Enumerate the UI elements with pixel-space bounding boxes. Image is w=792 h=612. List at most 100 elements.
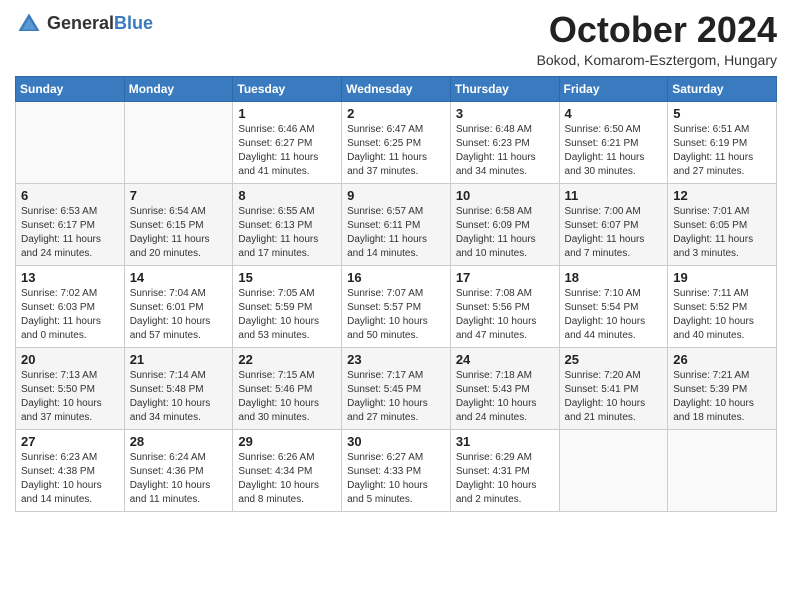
day-headers-row: SundayMondayTuesdayWednesdayThursdayFrid… [16,76,777,101]
cell-info: Sunrise: 6:54 AMSunset: 6:15 PMDaylight:… [130,205,228,261]
day-number: 19 [673,270,771,285]
calendar-cell: 30Sunrise: 6:27 AMSunset: 4:33 PMDayligh… [342,429,451,511]
cell-info: Sunrise: 7:14 AMSunset: 5:48 PMDaylight:… [130,369,228,425]
calendar-cell: 1 Sunrise: 6:46 AMSunset: 6:27 PMDaylight… [233,101,342,183]
cell-info: Sunrise: 6:57 AMSunset: 6:11 PMDaylight:… [347,205,445,261]
cell-info: Sunrise: 6:53 AMSunset: 6:17 PMDaylight:… [21,205,119,261]
header-wednesday: Wednesday [342,76,451,101]
cell-info: Sunrise: 6:24 AMSunset: 4:36 PMDaylight:… [130,451,228,507]
day-number: 9 [347,188,445,203]
day-number: 28 [130,434,228,449]
day-number: 26 [673,352,771,367]
month-title: October 2024 [537,10,777,50]
cell-info: Sunrise: 6:51 AMSunset: 6:19 PMDaylight:… [673,123,771,179]
day-number: 17 [456,270,554,285]
cell-info: Sunrise: 7:10 AMSunset: 5:54 PMDaylight:… [565,287,663,343]
calendar-cell: 23Sunrise: 7:17 AMSunset: 5:45 PMDayligh… [342,347,451,429]
cell-info: Sunrise: 7:18 AMSunset: 5:43 PMDaylight:… [456,369,554,425]
cell-info: Sunrise: 6:26 AMSunset: 4:34 PMDaylight:… [238,451,336,507]
calendar-cell: 22 Sunrise: 7:15 AMSunset: 5:46 PMDayligh… [233,347,342,429]
header-saturday: Saturday [668,76,777,101]
calendar-cell: 28 Sunrise: 6:24 AMSunset: 4:36 PMDayligh… [124,429,233,511]
calendar-cell [16,101,125,183]
day-number: 8 [238,188,336,203]
cell-info: Sunrise: 6:48 AMSunset: 6:23 PMDaylight:… [456,123,554,179]
calendar-cell: 7 Sunrise: 6:54 AMSunset: 6:15 PMDaylight… [124,183,233,265]
cell-info: Sunrise: 7:00 AMSunset: 6:07 PMDaylight:… [565,205,663,261]
cell-info: Sunrise: 7:04 AMSunset: 6:01 PMDaylight:… [130,287,228,343]
day-number: 25 [565,352,663,367]
day-number: 2 [347,106,445,121]
day-number: 14 [130,270,228,285]
calendar-cell: 17 Sunrise: 7:08 AMSunset: 5:56 PMDayligh… [450,265,559,347]
day-number: 6 [21,188,119,203]
day-number: 22 [238,352,336,367]
cell-info: Sunrise: 7:08 AMSunset: 5:56 PMDaylight:… [456,287,554,343]
day-number: 23 [347,352,445,367]
day-number: 20 [21,352,119,367]
calendar-cell: 5 Sunrise: 6:51 AMSunset: 6:19 PMDaylight… [668,101,777,183]
header-thursday: Thursday [450,76,559,101]
calendar-cell: 16 Sunrise: 7:07 AMSunset: 5:57 PMDayligh… [342,265,451,347]
logo-text: GeneralBlue [47,14,153,34]
title-block: October 2024 Bokod, Komarom-Esztergom, H… [537,10,777,68]
day-number: 10 [456,188,554,203]
week-row-3: 13 Sunrise: 7:02 AMSunset: 6:03 PMDayligh… [16,265,777,347]
calendar-cell: 31Sunrise: 6:29 AMSunset: 4:31 PMDayligh… [450,429,559,511]
day-number: 7 [130,188,228,203]
logo-icon [15,10,43,38]
calendar-cell: 11Sunrise: 7:00 AMSunset: 6:07 PMDayligh… [559,183,668,265]
calendar-cell: 19 Sunrise: 7:11 AMSunset: 5:52 PMDayligh… [668,265,777,347]
day-number: 24 [456,352,554,367]
calendar-cell: 9 Sunrise: 6:57 AMSunset: 6:11 PMDaylight… [342,183,451,265]
day-number: 21 [130,352,228,367]
calendar-cell: 6 Sunrise: 6:53 AMSunset: 6:17 PMDaylight… [16,183,125,265]
calendar-cell: 12 Sunrise: 7:01 AMSunset: 6:05 PMDayligh… [668,183,777,265]
cell-info: Sunrise: 6:55 AMSunset: 6:13 PMDaylight:… [238,205,336,261]
cell-info: Sunrise: 7:01 AMSunset: 6:05 PMDaylight:… [673,205,771,261]
cell-info: Sunrise: 7:02 AMSunset: 6:03 PMDaylight:… [21,287,119,343]
week-row-4: 20 Sunrise: 7:13 AMSunset: 5:50 PMDayligh… [16,347,777,429]
cell-info: Sunrise: 7:15 AMSunset: 5:46 PMDaylight:… [238,369,336,425]
day-number: 15 [238,270,336,285]
day-number: 12 [673,188,771,203]
day-number: 13 [21,270,119,285]
cell-info: Sunrise: 6:27 AMSunset: 4:33 PMDaylight:… [347,451,445,507]
calendar-cell: 4Sunrise: 6:50 AMSunset: 6:21 PMDaylight… [559,101,668,183]
calendar-cell: 8 Sunrise: 6:55 AMSunset: 6:13 PMDaylight… [233,183,342,265]
cell-info: Sunrise: 7:13 AMSunset: 5:50 PMDaylight:… [21,369,119,425]
calendar-cell: 25Sunrise: 7:20 AMSunset: 5:41 PMDayligh… [559,347,668,429]
calendar-cell: 21 Sunrise: 7:14 AMSunset: 5:48 PMDayligh… [124,347,233,429]
calendar-cell: 18Sunrise: 7:10 AMSunset: 5:54 PMDayligh… [559,265,668,347]
calendar-cell: 15Sunrise: 7:05 AMSunset: 5:59 PMDayligh… [233,265,342,347]
logo: GeneralBlue [15,10,153,38]
calendar-cell: 29 Sunrise: 6:26 AMSunset: 4:34 PMDayligh… [233,429,342,511]
calendar-table: SundayMondayTuesdayWednesdayThursdayFrid… [15,76,777,512]
day-number: 16 [347,270,445,285]
cell-info: Sunrise: 7:21 AMSunset: 5:39 PMDaylight:… [673,369,771,425]
cell-info: Sunrise: 6:46 AMSunset: 6:27 PMDaylight:… [238,123,336,179]
cell-info: Sunrise: 6:58 AMSunset: 6:09 PMDaylight:… [456,205,554,261]
week-row-5: 27Sunrise: 6:23 AMSunset: 4:38 PMDayligh… [16,429,777,511]
calendar-cell: 24 Sunrise: 7:18 AMSunset: 5:43 PMDayligh… [450,347,559,429]
day-number: 1 [238,106,336,121]
header-sunday: Sunday [16,76,125,101]
day-number: 27 [21,434,119,449]
cell-info: Sunrise: 7:07 AMSunset: 5:57 PMDaylight:… [347,287,445,343]
header-monday: Monday [124,76,233,101]
week-row-1: 1 Sunrise: 6:46 AMSunset: 6:27 PMDaylight… [16,101,777,183]
calendar-cell: 14 Sunrise: 7:04 AMSunset: 6:01 PMDayligh… [124,265,233,347]
calendar-cell: 27Sunrise: 6:23 AMSunset: 4:38 PMDayligh… [16,429,125,511]
calendar-cell [668,429,777,511]
cell-info: Sunrise: 6:29 AMSunset: 4:31 PMDaylight:… [456,451,554,507]
calendar-cell: 13 Sunrise: 7:02 AMSunset: 6:03 PMDayligh… [16,265,125,347]
week-row-2: 6 Sunrise: 6:53 AMSunset: 6:17 PMDaylight… [16,183,777,265]
cell-info: Sunrise: 7:11 AMSunset: 5:52 PMDaylight:… [673,287,771,343]
day-number: 5 [673,106,771,121]
calendar-cell: 20 Sunrise: 7:13 AMSunset: 5:50 PMDayligh… [16,347,125,429]
logo-general: General [47,13,114,33]
calendar-cell: 2Sunrise: 6:47 AMSunset: 6:25 PMDaylight… [342,101,451,183]
page-header: GeneralBlue October 2024 Bokod, Komarom-… [15,10,777,68]
cell-info: Sunrise: 6:50 AMSunset: 6:21 PMDaylight:… [565,123,663,179]
day-number: 29 [238,434,336,449]
